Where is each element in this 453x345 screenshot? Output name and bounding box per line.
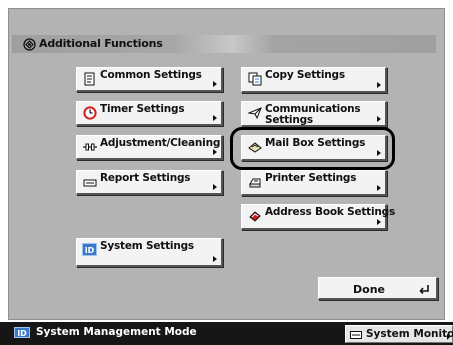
report-settings-button[interactable]: Report Settings — [76, 170, 223, 195]
chevron-right-icon — [377, 185, 381, 191]
copy-icon — [248, 72, 262, 86]
common-settings-button[interactable]: Common Settings — [76, 67, 223, 92]
chevron-right-icon — [213, 184, 217, 190]
mail-box-settings-label: Mail Box Settings — [265, 137, 366, 149]
printer-icon — [249, 178, 261, 188]
status-mode-text: System Management Mode — [36, 326, 197, 338]
system-monitor-button[interactable]: System Monitor — [345, 325, 453, 343]
touch-panel-screen: Additional Functions Common Settings Tim… — [0, 0, 453, 345]
paper-plane-icon — [248, 107, 262, 120]
common-settings-label: Common Settings — [100, 69, 202, 81]
additional-functions-icon — [23, 38, 36, 51]
copy-settings-label: Copy Settings — [265, 69, 345, 81]
id-icon: ID — [14, 327, 30, 338]
communications-settings-button[interactable]: Communications Settings — [241, 101, 387, 127]
enter-icon — [419, 285, 429, 294]
chevron-right-icon — [377, 116, 381, 122]
chevron-right-icon — [377, 219, 381, 225]
report-settings-label: Report Settings — [100, 172, 191, 184]
adjustment-cleaning-label: Adjustment/Cleaning — [100, 137, 221, 149]
address-book-settings-button[interactable]: Address Book Settings — [241, 204, 395, 230]
copy-settings-button[interactable]: Copy Settings — [241, 67, 387, 93]
page-title: Additional Functions — [39, 37, 163, 50]
clock-icon — [83, 106, 97, 120]
chevron-right-icon — [213, 115, 217, 121]
main-panel — [8, 8, 445, 320]
communications-settings-line2: Settings — [265, 114, 313, 126]
system-monitor-label: System Monitor — [366, 328, 453, 340]
id-icon: ID — [82, 243, 97, 256]
chevron-right-icon — [213, 81, 217, 87]
chevron-right-icon — [213, 256, 217, 262]
address-book-icon — [249, 211, 261, 222]
chevron-right-icon — [377, 82, 381, 88]
report-icon — [83, 179, 97, 187]
done-button[interactable]: Done — [318, 277, 438, 300]
chevron-right-icon — [377, 150, 381, 156]
done-label: Done — [353, 283, 385, 296]
mail-box-settings-button[interactable]: Mail Box Settings — [241, 135, 387, 161]
system-settings-button[interactable]: ID System Settings — [76, 238, 223, 267]
document-icon — [84, 72, 95, 86]
timer-settings-button[interactable]: Timer Settings — [76, 101, 223, 126]
chevron-right-icon — [447, 334, 450, 340]
chevron-right-icon — [213, 149, 217, 155]
communications-settings-label: Communications Settings — [265, 104, 361, 126]
address-book-settings-label: Address Book Settings — [265, 206, 396, 218]
timer-settings-label: Timer Settings — [100, 103, 185, 115]
adjust-icon — [83, 143, 97, 151]
mailbox-icon — [248, 142, 262, 153]
adjustment-cleaning-button[interactable]: Adjustment/Cleaning — [76, 135, 223, 160]
printer-settings-label: Printer Settings — [265, 172, 357, 184]
system-settings-label: System Settings — [100, 240, 194, 252]
monitor-icon — [350, 331, 362, 339]
printer-settings-button[interactable]: Printer Settings — [241, 170, 387, 196]
